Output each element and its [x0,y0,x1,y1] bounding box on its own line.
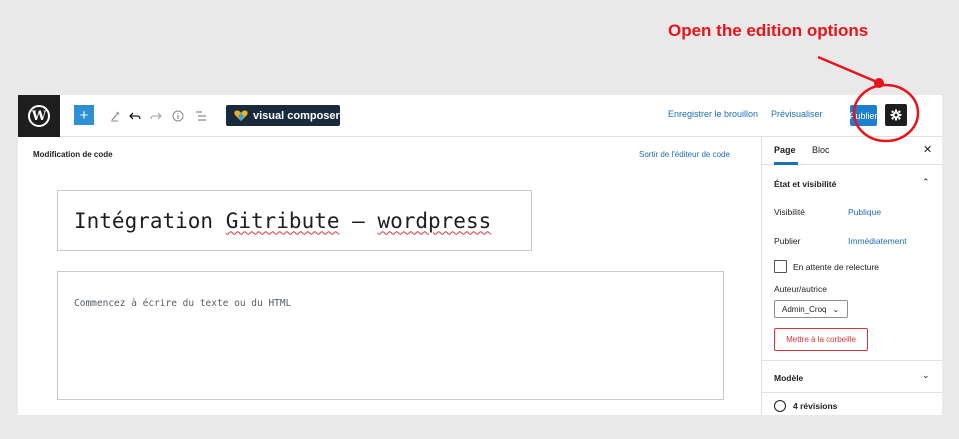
chevron-down-icon[interactable]: ⌄ [922,370,930,381]
title-misspelled-word: wordpress [377,208,492,233]
undo-button[interactable] [128,106,142,126]
divider [762,360,942,361]
details-button[interactable] [171,106,185,126]
close-icon[interactable]: ✕ [923,143,932,156]
annotation-arrow-dot [874,78,884,88]
revisions-icon [774,400,786,412]
wordpress-logo-button[interactable]: W [18,95,60,137]
post-title-field[interactable]: Intégration Gitribute – wordpress [57,190,532,251]
redo-button[interactable] [149,106,163,126]
title-separator: – [339,208,378,233]
sidebar-tabs: Page Bloc ✕ [762,137,942,165]
publish-label: Publier [774,236,801,246]
visual-composer-label: visual composer [253,109,340,122]
annotation-arrow-line [817,55,878,84]
revisions-link[interactable]: 4 révisions [793,401,837,411]
list-view-icon [196,111,206,121]
block-editor: W + visual composer Enregistrer le broui… [18,95,942,415]
pending-review-checkbox[interactable] [774,260,787,273]
visibility-label: Visibilité [774,207,806,217]
active-tab-indicator [774,162,798,165]
content-placeholder: Commencez à écrire du texte ou du HTML [74,298,292,309]
edit-tool-button[interactable] [108,106,122,126]
post-title-text: Intégration Gitribute – wordpress [74,209,491,233]
annotation-callout-text: Open the edition options [668,21,869,40]
pending-review-label: En attente de relecture [793,262,880,272]
chevron-up-icon[interactable]: ⌃ [922,177,930,188]
author-label: Auteur/autrice [774,284,827,294]
redo-icon [150,112,162,120]
gear-icon [890,109,902,121]
chevron-down-icon: ⌄ [832,304,840,314]
visibility-value-link[interactable]: Publique [848,207,881,217]
title-prefix: Intégration [74,208,226,233]
publish-button[interactable]: Publier [850,105,878,126]
wordpress-logo-icon: W [28,105,50,127]
settings-sidebar: Page Bloc ✕ État et visibilité ⌃ Visibil… [761,137,942,415]
plus-icon: + [79,106,89,124]
add-block-button[interactable]: + [74,105,94,125]
preview-button[interactable]: Prévisualiser [771,109,823,119]
list-view-button[interactable] [194,106,208,126]
author-select[interactable]: Admin_Croq ⌄ [774,300,848,318]
settings-button[interactable] [885,104,907,126]
pencil-icon [111,111,120,122]
code-editor-mode-label: Modification de code [33,150,113,159]
tab-page[interactable]: Page [774,145,796,155]
visual-composer-button[interactable]: visual composer [226,105,340,126]
info-icon [172,110,184,122]
status-visibility-section-title[interactable]: État et visibilité [774,179,836,189]
undo-icon [129,112,141,120]
divider [762,392,942,393]
tab-block[interactable]: Bloc [812,145,830,155]
move-to-trash-button[interactable]: Mettre à la corbeille [774,328,868,351]
title-misspelled-word: Gitribute [225,208,340,233]
post-content-textarea[interactable]: Commencez à écrire du texte ou du HTML [57,271,724,400]
save-draft-button[interactable]: Enregistrer le brouillon [668,109,758,119]
exit-code-editor-button[interactable]: Sortir de l'éditeur de code [639,150,730,159]
template-section-title[interactable]: Modèle [774,373,803,383]
publish-date-link[interactable]: Immédiatement [848,236,907,246]
author-select-value: Admin_Croq [782,304,827,314]
visual-composer-heart-icon [234,110,248,121]
editor-toolbar: W + visual composer Enregistrer le broui… [18,95,942,137]
